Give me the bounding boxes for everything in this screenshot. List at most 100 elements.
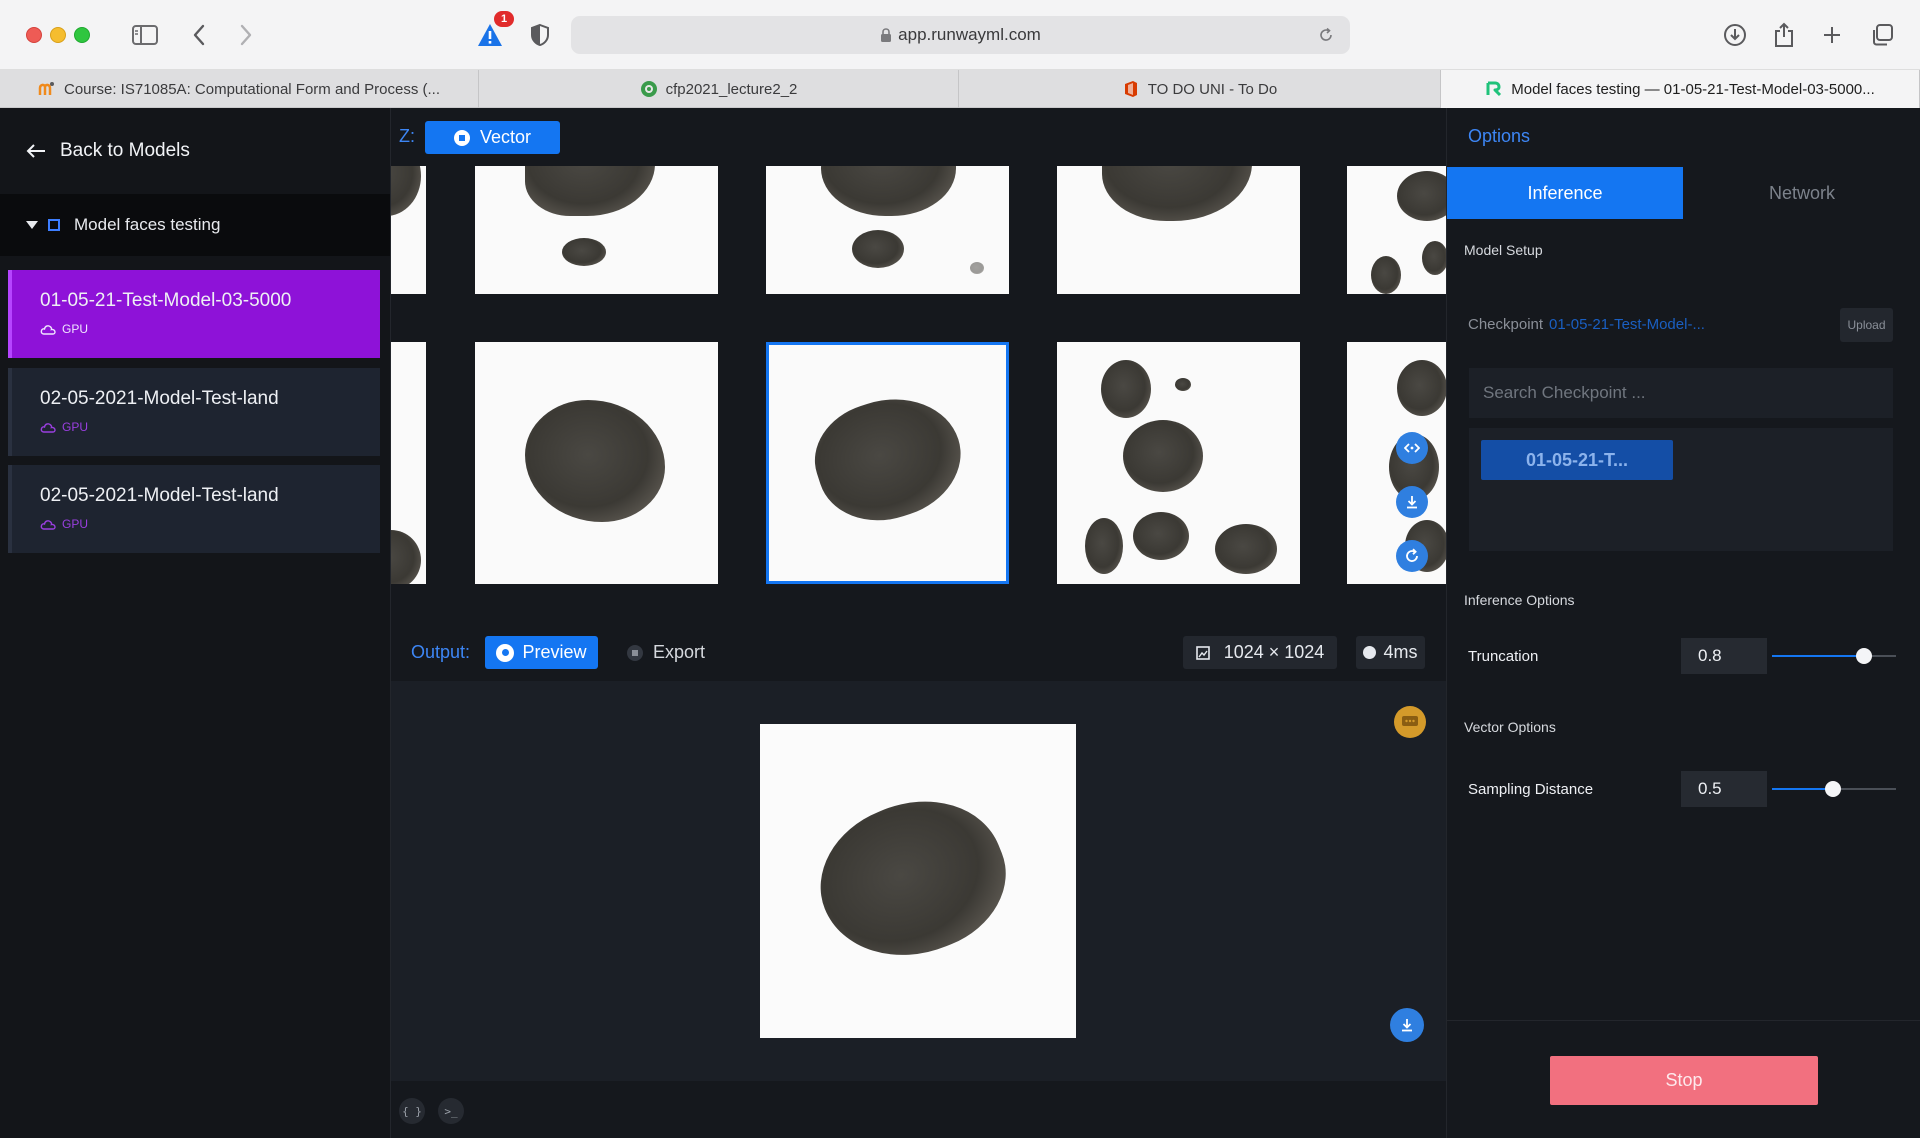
cloud-icon [40,422,56,433]
moodle-icon [38,82,54,95]
model-name: 02-05-2021-Model-Test-land [40,485,279,506]
gpu-label: GPU [62,420,89,434]
grid-download-button[interactable] [1396,486,1428,518]
vector-icon [453,129,470,146]
grid-thumbnail[interactable] [391,342,426,584]
share-icon[interactable] [1768,19,1800,51]
cloud-icon [40,519,56,530]
grid-thumbnail[interactable] [391,166,426,294]
eye-icon [496,643,515,662]
tab-network[interactable]: Network [1683,167,1920,219]
code-arrows-icon [1404,443,1420,453]
checkpoint-search-input[interactable] [1469,368,1893,418]
upload-button[interactable]: Upload [1840,308,1893,342]
gpu-badge: GPU [40,517,380,531]
tab-inference[interactable]: Inference [1447,167,1683,219]
arrow-left-icon [26,144,45,158]
slider-handle[interactable] [1856,648,1872,664]
latency-badge: 4ms [1356,636,1425,669]
vector-label: Vector [479,127,532,147]
vector-button[interactable]: Vector [425,121,560,154]
back-to-models-link[interactable]: Back to Models [26,140,190,162]
close-window-button[interactable] [26,27,42,43]
truncation-slider[interactable] [1772,646,1896,666]
address-bar[interactable]: app.runwayml.com [571,16,1350,54]
model-setup-heading: Model Setup [1464,242,1543,258]
preview-label: Preview [522,642,587,662]
export-icon [627,644,643,661]
inference-options-heading: Inference Options [1464,592,1575,608]
workspace-icon [48,219,60,231]
preview-button[interactable]: Preview [485,636,598,669]
refresh-grid-button[interactable] [1396,540,1428,572]
runway-icon [1486,81,1502,97]
tab-label: Course: IS71085A: Computational Form and… [63,80,440,98]
export-button[interactable]: Export [627,636,705,669]
new-tab-icon[interactable] [1816,19,1848,51]
stop-button[interactable]: Stop [1550,1056,1818,1105]
grid-thumbnail[interactable] [1347,342,1446,584]
z-label: Z: [399,126,415,146]
tab-course[interactable]: Course: IS71085A: Computational Form and… [0,70,479,108]
console-bar: { } >_ [391,1081,1446,1138]
model-item[interactable]: 02-05-2021-Model-Test-land GPU [8,368,380,456]
shield-icon[interactable] [524,19,556,51]
office-icon [1124,81,1137,97]
download-icon [1407,496,1417,509]
grid-thumbnail[interactable] [475,166,718,294]
chat-icon[interactable] [1394,706,1426,738]
minimize-window-button[interactable] [50,27,66,43]
latent-grid [391,166,1446,623]
output-download-button[interactable] [1390,1008,1424,1042]
grid-thumbnail[interactable] [1057,342,1300,584]
image-size-icon [1195,645,1210,660]
checkpoint-value[interactable]: 01-05-21-Test-Model-... [1549,316,1705,333]
lock-icon [881,27,892,42]
browser-toolbar: 1 app.runwayml.com [0,0,1920,70]
drive-icon [640,81,657,97]
caret-down-icon [26,221,38,229]
refresh-icon [1406,548,1418,562]
grid-thumbnail[interactable] [1347,166,1446,294]
clock-icon [1363,646,1377,659]
sampling-distance-slider[interactable] [1772,779,1896,799]
truncation-input[interactable]: 0.8 [1681,638,1767,674]
forward-icon[interactable] [230,19,262,51]
workspace: Z: Vector Output: Preview Export 1024 × … [391,108,1446,1138]
explore-button[interactable] [1396,432,1428,464]
model-group-header[interactable]: Model faces testing [0,194,390,256]
model-item-selected[interactable]: 01-05-21-Test-Model-03-5000 GPU [8,270,380,358]
truncation-label: Truncation [1468,648,1539,665]
model-name: 02-05-2021-Model-Test-land [40,388,279,409]
tab-overview-icon[interactable] [1866,19,1898,51]
reload-icon[interactable] [1318,27,1334,43]
zoom-window-button[interactable] [74,27,90,43]
checkpoint-chip[interactable]: 01-05-21-T... [1481,440,1673,480]
sampling-distance-label: Sampling Distance [1468,781,1594,798]
sampling-distance-input[interactable]: 0.5 [1681,771,1767,807]
model-name: 01-05-21-Test-Model-03-5000 [40,290,292,311]
grid-thumbnail[interactable] [766,166,1009,294]
downloads-icon[interactable] [1719,19,1751,51]
terminal-icon[interactable]: >_ [438,1098,464,1124]
tab-runway[interactable]: Model faces testing — 01-05-21-Test-Mode… [1441,70,1920,108]
grid-thumbnail[interactable] [1057,166,1300,294]
resolution-text: 1024 × 1024 [1223,642,1325,662]
export-label: Export [653,642,706,662]
back-label: Back to Models [60,140,190,161]
model-item[interactable]: 02-05-2021-Model-Test-land GPU [8,465,380,553]
tab-bar: Course: IS71085A: Computational Form and… [0,70,1920,108]
tab-lecture[interactable]: cfp2021_lecture2_2 [479,70,959,108]
grid-thumbnail[interactable] [475,342,718,584]
vector-options-heading: Vector Options [1464,719,1556,735]
slider-handle[interactable] [1825,781,1841,797]
url-text: app.runwayml.com [898,25,1041,44]
tab-todo[interactable]: TO DO UNI - To Do [959,70,1441,108]
code-braces-icon[interactable]: { } [399,1098,425,1124]
sidebar-toggle-icon[interactable] [129,19,161,51]
resolution-badge: 1024 × 1024 [1183,636,1337,669]
back-icon[interactable] [183,19,215,51]
output-toolbar: Output: Preview Export 1024 × 1024 4ms [391,623,1446,681]
grid-thumbnail-selected[interactable] [766,342,1009,584]
options-footer: Stop [1447,1020,1920,1138]
